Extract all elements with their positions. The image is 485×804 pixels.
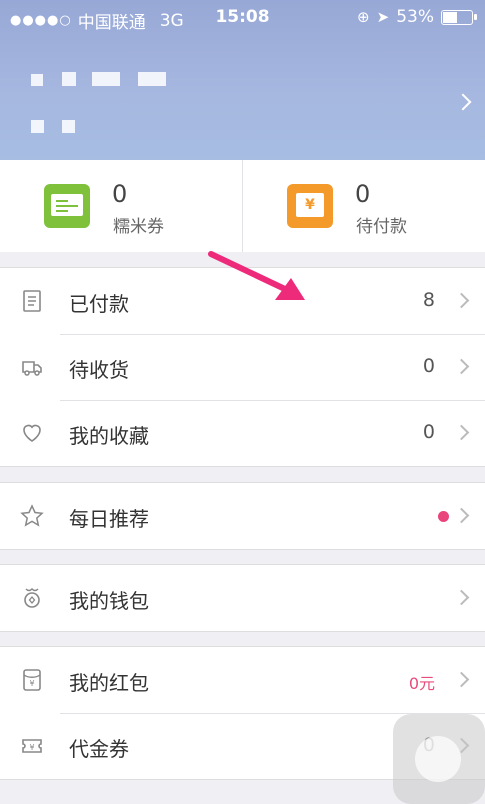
stats-bar: 0 糯米券 0 待付款 — [0, 160, 485, 252]
chevron-right-icon — [454, 93, 472, 111]
username-placeholder — [138, 72, 166, 86]
row-wallet[interactable]: 我的钱包 — [0, 565, 485, 631]
star-icon — [20, 504, 44, 527]
username-placeholder — [31, 74, 43, 86]
row-label: 每日推荐 — [69, 507, 149, 531]
row-red-packet[interactable]: ¥ 我的红包 0元 — [0, 647, 485, 713]
battery-icon — [441, 9, 477, 25]
username-placeholder — [62, 72, 76, 86]
wallet-icon — [24, 587, 40, 608]
row-favorites[interactable]: 我的收藏 0 — [0, 400, 485, 466]
notification-dot — [438, 511, 449, 522]
row-label: 我的收藏 — [69, 424, 149, 448]
chevron-right-icon — [453, 671, 470, 688]
wallet-group: 我的钱包 — [0, 564, 485, 632]
delivery-icon — [22, 361, 42, 376]
stat-pending-payment[interactable]: 0 待付款 — [242, 160, 485, 252]
location-icon: ➤ — [376, 8, 390, 26]
username-placeholder — [31, 120, 44, 133]
assistive-touch-button[interactable] — [393, 714, 485, 804]
row-label: 我的钱包 — [69, 589, 149, 613]
coupon-icon — [44, 184, 90, 228]
row-label: 我的红包 — [69, 671, 149, 695]
receipt-icon — [23, 290, 41, 312]
row-label: 已付款 — [69, 292, 129, 316]
row-label: 代金券 — [69, 737, 129, 761]
username-placeholder — [62, 120, 75, 133]
row-value: 0 — [422, 355, 435, 377]
row-daily-recommend[interactable]: 每日推荐 — [0, 483, 485, 549]
coupon-label: 糯米券 — [113, 217, 164, 237]
stat-coupons[interactable]: 0 糯米券 — [0, 160, 242, 252]
payment-pending-icon — [287, 184, 333, 228]
recommend-group: 每日推荐 — [0, 482, 485, 550]
rotation-lock-icon: ⊕ — [357, 8, 370, 26]
chevron-right-icon — [453, 292, 470, 309]
username-placeholder — [92, 72, 120, 86]
chevron-right-icon — [453, 358, 470, 375]
row-to-receive[interactable]: 待收货 0 — [0, 334, 485, 400]
voucher-icon: ¥ — [22, 739, 42, 753]
status-bar: ●●●●○ 中国联通 3G 15:08 ⊕ ➤ 53% — [0, 0, 485, 36]
row-label: 待收货 — [69, 358, 129, 382]
row-value: 0 — [422, 421, 435, 443]
coupon-count: 0 — [112, 180, 128, 208]
pending-payment-count: 0 — [355, 180, 371, 208]
chevron-right-icon — [453, 507, 470, 524]
row-value: 8 — [422, 289, 435, 311]
battery-percent: 53% — [396, 7, 434, 27]
svg-text:¥: ¥ — [29, 743, 34, 752]
red-packet-icon: ¥ — [23, 669, 41, 691]
row-value: 0元 — [408, 674, 435, 693]
svg-text:¥: ¥ — [29, 679, 34, 688]
heart-icon — [23, 424, 41, 442]
annotation-arrow — [208, 251, 305, 300]
pending-payment-label: 待付款 — [356, 217, 407, 237]
chevron-right-icon — [453, 424, 470, 441]
chevron-right-icon — [453, 589, 470, 606]
